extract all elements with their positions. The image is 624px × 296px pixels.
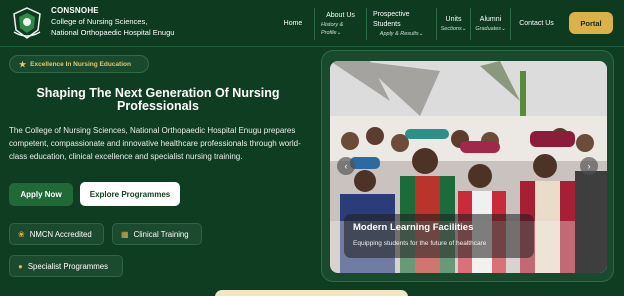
bottom-banner-pill: [215, 290, 408, 296]
feature-specialist-programmes: ● Specialist Programmes: [9, 255, 123, 277]
main-nav: Home About Us History & Profile⌄ Prospec…: [272, 8, 562, 40]
nav-prospective-label: Prospective Students: [373, 11, 410, 28]
brand-name: CONSNOHE: [51, 6, 99, 15]
user-icon: ●: [18, 261, 23, 271]
apply-now-button[interactable]: Apply Now: [9, 183, 73, 206]
nav-prospective[interactable]: Prospective Students Apply & Results⌄: [366, 8, 436, 40]
feature-clinical-training: ▦ Clinical Training: [112, 223, 202, 245]
clinic-icon: ▦: [121, 229, 129, 239]
feature-label: Clinical Training: [133, 229, 189, 239]
nav-units-sub: Sections⌄: [440, 26, 467, 32]
star-icon: ★: [19, 59, 27, 69]
explore-programmes-button[interactable]: Explore Programmes: [80, 182, 180, 206]
nav-about[interactable]: About Us History & Profile⌄: [314, 8, 366, 40]
slide-caption-subtitle: Equipping students for the future of hea…: [353, 240, 487, 247]
nav-alumni-label: Alumni: [479, 16, 502, 23]
nav-contact-label: Contact Us: [519, 20, 554, 27]
nav-alumni-sub: Graduates⌄: [475, 26, 506, 32]
college-logo[interactable]: [10, 6, 44, 40]
nav-about-label: About Us: [326, 12, 355, 19]
nav-home-label: Home: [283, 20, 303, 27]
nav-contact[interactable]: Contact Us: [510, 8, 562, 40]
nav-home[interactable]: Home: [272, 8, 314, 40]
badge-label: Excellence In Nursing Education: [30, 60, 131, 68]
feature-label: Specialist Programmes: [27, 261, 109, 271]
portal-button[interactable]: Portal: [569, 12, 613, 34]
hero-description: The College of Nursing Sciences, Nationa…: [9, 126, 301, 161]
chevron-right-icon: ›: [587, 161, 591, 171]
feature-nmcn-accredited: ❀ NMCN Accredited: [9, 223, 104, 245]
nav-units-label: Units: [445, 16, 462, 23]
slide-caption: Modern Learning Facilities Equipping stu…: [344, 214, 534, 258]
excellence-badge: ★ Excellence In Nursing Education: [9, 55, 149, 73]
brand[interactable]: CONSNOHE College of Nursing Sciences, Na…: [51, 6, 174, 38]
nav-about-sub: History & Profile⌄: [321, 22, 344, 36]
carousel-prev-button[interactable]: ‹: [337, 157, 355, 175]
site-header: CONSNOHE College of Nursing Sciences, Na…: [0, 0, 624, 47]
nav-alumni[interactable]: Alumni Graduates⌄: [470, 8, 510, 40]
hero-title: Shaping The Next Generation Of Nursing P…: [36, 86, 280, 113]
nav-units[interactable]: Units Sections⌄: [436, 8, 470, 40]
brand-line-1: College of Nursing Sciences,: [51, 17, 148, 26]
nav-prospective-sub: Apply & Results⌄: [379, 31, 424, 37]
chevron-left-icon: ‹: [344, 161, 348, 171]
brand-line-2: National Orthopaedic Hospital Enugu: [51, 28, 175, 37]
award-icon: ❀: [18, 229, 25, 239]
feature-label: NMCN Accredited: [29, 229, 92, 239]
carousel-next-button[interactable]: ›: [580, 157, 598, 175]
slide-caption-title: Modern Learning Facilities: [353, 222, 474, 233]
